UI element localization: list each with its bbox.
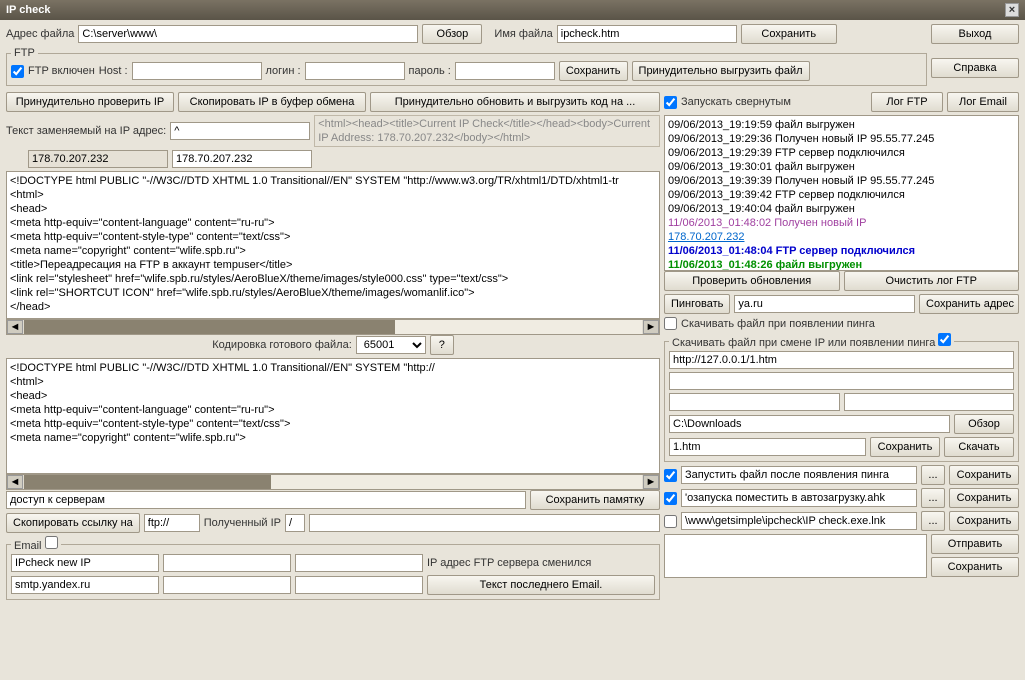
ftp-login-label: логин :	[266, 65, 301, 77]
opt2-checkbox[interactable]	[664, 492, 677, 505]
browse-button[interactable]: Обзор	[422, 24, 482, 44]
ip-display-1	[28, 150, 168, 168]
ftp-host-label: Host :	[99, 65, 128, 77]
dl-browse-button[interactable]: Обзор	[954, 414, 1014, 434]
run-minimized-label: Запускать свернутым	[681, 96, 867, 108]
dl-group-checkbox[interactable]	[938, 333, 951, 346]
ftp-enabled-checkbox[interactable]	[11, 65, 24, 78]
ftp-host-input[interactable]	[132, 62, 262, 80]
ip-input-2[interactable]	[172, 150, 312, 168]
dl-url-input[interactable]	[669, 351, 1014, 369]
ftp-pass-label: пароль :	[409, 65, 451, 77]
send-textarea[interactable]	[664, 534, 927, 578]
received-ip-input[interactable]	[309, 514, 660, 532]
opt3-input[interactable]	[681, 512, 917, 530]
hscrollbar-2[interactable]: ◄►	[6, 474, 660, 490]
dl-file-input[interactable]	[669, 438, 866, 456]
ftp-pass-input[interactable]	[455, 62, 555, 80]
dl-extra-1[interactable]	[669, 372, 1014, 390]
download-button[interactable]: Скачать	[944, 437, 1014, 457]
email-group: Email IP адрес FTP сервера сменился Текс…	[6, 536, 660, 600]
hscrollbar-1[interactable]: ◄►	[6, 319, 660, 335]
opt1-checkbox[interactable]	[664, 469, 677, 482]
file-address-label: Адрес файла	[6, 28, 74, 40]
titlebar: IP check ×	[0, 0, 1025, 20]
encoding-label: Кодировка готового файла:	[212, 339, 352, 351]
opt2-input[interactable]	[681, 489, 917, 507]
force-check-ip-button[interactable]: Принудительно проверить IP	[6, 92, 174, 112]
log-email-button[interactable]: Лог Email	[947, 92, 1019, 112]
note-input[interactable]	[6, 491, 526, 509]
clear-log-button[interactable]: Очистить лог FTP	[844, 271, 1020, 291]
help-button[interactable]: Справка	[931, 58, 1019, 78]
ftp-proto-input[interactable]	[144, 514, 200, 532]
log-area[interactable]: 09/06/2013_19:19:59 файл выгружен09/06/2…	[664, 115, 1019, 271]
ftp-enabled-label: FTP включен	[28, 65, 95, 77]
filename-input[interactable]	[557, 25, 737, 43]
email-field-2[interactable]	[163, 554, 291, 572]
ftp-login-input[interactable]	[305, 62, 405, 80]
ftp-group: FTP FTP включен Host : логин : пароль : …	[6, 47, 927, 86]
ping-button[interactable]: Пинговать	[664, 294, 730, 314]
email-field-5[interactable]	[163, 576, 291, 594]
received-ip-label: Полученный IP	[204, 517, 281, 529]
ftp-ip-changed-label: IP адрес FTP сервера сменился	[427, 557, 655, 569]
ftp-legend: FTP	[11, 47, 38, 59]
encoding-select[interactable]: 65001	[356, 336, 426, 354]
download-legend: Скачивать файл при смене IP или появлени…	[672, 337, 935, 349]
smtp-input[interactable]	[11, 576, 159, 594]
last-email-button[interactable]: Текст последнего Email.	[427, 575, 655, 595]
preview-hint: <html><head><title>Current IP Check</tit…	[314, 115, 660, 147]
email-legend: Email	[14, 540, 42, 552]
encoding-help-button[interactable]: ?	[430, 335, 454, 355]
download-group: Скачивать файл при смене IP или появлени…	[664, 333, 1019, 462]
force-update-button[interactable]: Принудительно обновить и выгрузить код н…	[370, 92, 660, 112]
close-icon[interactable]: ×	[1005, 3, 1019, 17]
opt1-input[interactable]	[681, 466, 917, 484]
ftp-force-button[interactable]: Принудительно выгрузить файл	[632, 61, 810, 81]
bottom-save-button[interactable]: Сохранить	[931, 557, 1019, 577]
file-address-input[interactable]	[78, 25, 418, 43]
filename-label: Имя файла	[494, 28, 552, 40]
opt3-save-button[interactable]: Сохранить	[949, 511, 1019, 531]
opt2-browse-button[interactable]: ...	[921, 488, 945, 508]
log-ftp-button[interactable]: Лог FTP	[871, 92, 943, 112]
ftp-save-button[interactable]: Сохранить	[559, 61, 628, 81]
opt2-save-button[interactable]: Сохранить	[949, 488, 1019, 508]
dl-extra-2[interactable]	[669, 393, 840, 411]
replace-text-label: Текст заменяемый на IP адрес:	[6, 125, 166, 137]
opt1-browse-button[interactable]: ...	[921, 465, 945, 485]
save-note-button[interactable]: Сохранить памятку	[530, 490, 660, 510]
replace-input[interactable]	[170, 122, 310, 140]
window-title: IP check	[6, 4, 50, 16]
dl-on-ping-label: Скачивать файл при появлении пинга	[681, 318, 875, 330]
dl-path-input[interactable]	[669, 415, 950, 433]
dl-save-button[interactable]: Сохранить	[870, 437, 940, 457]
email-field-6[interactable]	[295, 576, 423, 594]
email-subject-input[interactable]	[11, 554, 159, 572]
send-button[interactable]: Отправить	[931, 534, 1019, 554]
copy-link-button[interactable]: Скопировать ссылку на	[6, 513, 140, 533]
email-field-3[interactable]	[295, 554, 423, 572]
check-updates-button[interactable]: Проверить обновления	[664, 271, 840, 291]
email-enabled-checkbox[interactable]	[45, 536, 58, 549]
dl-extra-3[interactable]	[844, 393, 1015, 411]
source-code-box[interactable]: <!DOCTYPE html PUBLIC "-//W3C//DTD XHTML…	[6, 171, 660, 319]
dl-on-ping-checkbox[interactable]	[664, 317, 677, 330]
received-ip-slash[interactable]	[285, 514, 305, 532]
output-code-box[interactable]: <!DOCTYPE html PUBLIC "-//W3C//DTD XHTML…	[6, 358, 660, 474]
save-file-button[interactable]: Сохранить	[741, 24, 837, 44]
copy-ip-button[interactable]: Скопировать IP в буфер обмена	[178, 92, 366, 112]
save-address-button[interactable]: Сохранить адрес	[919, 294, 1019, 314]
ping-host-input[interactable]	[734, 295, 915, 313]
opt3-browse-button[interactable]: ...	[921, 511, 945, 531]
opt1-save-button[interactable]: Сохранить	[949, 465, 1019, 485]
exit-button[interactable]: Выход	[931, 24, 1019, 44]
run-minimized-checkbox[interactable]	[664, 96, 677, 109]
opt3-checkbox[interactable]	[664, 515, 677, 528]
